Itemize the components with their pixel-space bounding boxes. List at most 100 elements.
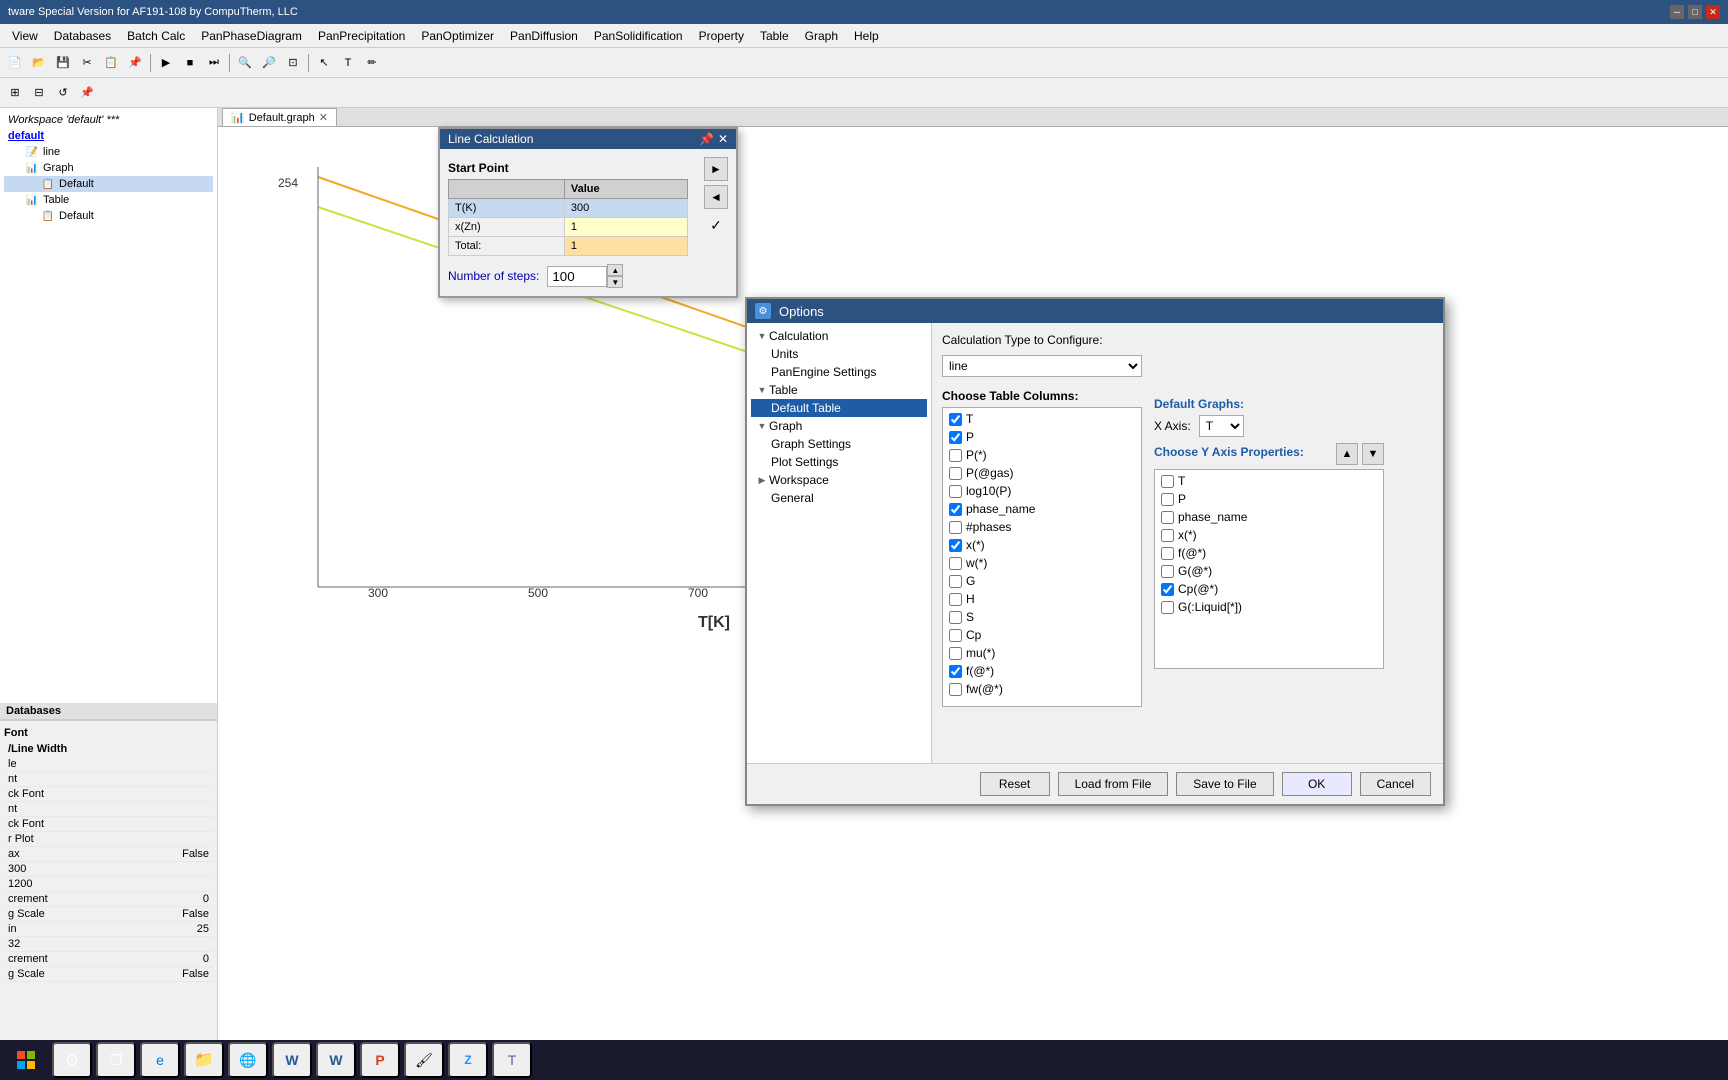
steps-down[interactable]: ▼	[607, 276, 623, 288]
menu-graph[interactable]: Graph	[797, 27, 846, 45]
tree-graph[interactable]: ▼ Graph	[751, 417, 927, 435]
save-to-file-button[interactable]: Save to File	[1176, 772, 1273, 796]
edge-taskbar-button[interactable]: e	[140, 1042, 180, 1078]
y-check-phase-name[interactable]	[1161, 511, 1174, 524]
y-col-xstar[interactable]: x(*)	[1157, 526, 1381, 544]
check-H[interactable]	[949, 593, 962, 606]
y-col-T[interactable]: T	[1157, 472, 1381, 490]
close-button[interactable]: ✕	[1706, 5, 1720, 19]
toolbar2-btn1[interactable]: ⊞	[4, 82, 26, 104]
col-log10P[interactable]: log10(P)	[945, 482, 1139, 500]
y-check-Gat[interactable]	[1161, 565, 1174, 578]
check-Pgas[interactable]	[949, 467, 962, 480]
check-G[interactable]	[949, 575, 962, 588]
nav-backward[interactable]: ◄	[704, 185, 728, 209]
y-col-Gat[interactable]: G(@*)	[1157, 562, 1381, 580]
toolbar-run[interactable]: ▶	[155, 52, 177, 74]
check-Pstar[interactable]	[949, 449, 962, 462]
load-from-file-button[interactable]: Load from File	[1058, 772, 1169, 796]
menu-view[interactable]: View	[4, 27, 46, 45]
steps-up[interactable]: ▲	[607, 264, 623, 276]
check-Cp[interactable]	[949, 629, 962, 642]
y-check-xstar[interactable]	[1161, 529, 1174, 542]
toolbar-step[interactable]: ⏭	[203, 52, 225, 74]
y-check-T[interactable]	[1161, 475, 1174, 488]
zoom-taskbar-button[interactable]: Z	[448, 1042, 488, 1078]
col-G[interactable]: G	[945, 572, 1139, 590]
xaxis-select[interactable]: T P x(*)	[1199, 415, 1244, 437]
col-nphases[interactable]: #phases	[945, 518, 1139, 536]
menu-optimizer[interactable]: PanOptimizer	[413, 27, 502, 45]
col-Cp[interactable]: Cp	[945, 626, 1139, 644]
tree-item-graph[interactable]: 📊 Graph	[4, 160, 213, 176]
menu-table[interactable]: Table	[752, 27, 797, 45]
menu-solidification[interactable]: PanSolidification	[586, 27, 691, 45]
y-check-fat[interactable]	[1161, 547, 1174, 560]
tree-table[interactable]: ▼ Table	[751, 381, 927, 399]
tree-calculation[interactable]: ▼ Calculation	[751, 327, 927, 345]
y-col-GLiquid[interactable]: G(:Liquid[*])	[1157, 598, 1381, 616]
toolbar-new[interactable]: 📄	[4, 52, 26, 74]
row-value-xzn[interactable]: 1	[564, 218, 687, 237]
check-wstar[interactable]	[949, 557, 962, 570]
tree-default-table[interactable]: Default Table	[751, 399, 927, 417]
toolbar2-pin[interactable]: 📌	[76, 82, 98, 104]
minimize-button[interactable]: ─	[1670, 5, 1684, 19]
check-fw[interactable]	[949, 683, 962, 696]
y-col-Cpat[interactable]: Cp(@*)	[1157, 580, 1381, 598]
toolbar-cut[interactable]: ✂	[76, 52, 98, 74]
col-mu[interactable]: mu(*)	[945, 644, 1139, 662]
toolbar-copy[interactable]: 📋	[100, 52, 122, 74]
y-down-btn[interactable]: ▼	[1362, 443, 1384, 465]
maximize-button[interactable]: □	[1688, 5, 1702, 19]
tree-units[interactable]: Units	[751, 345, 927, 363]
toolbar2-btn2[interactable]: ⊟	[28, 82, 50, 104]
table-row-tk[interactable]: T(K) 300	[449, 199, 688, 218]
check-log10P[interactable]	[949, 485, 962, 498]
toolbar-save[interactable]: 💾	[52, 52, 74, 74]
graph-tab-close[interactable]: ✕	[319, 111, 328, 124]
menu-phasediagram[interactable]: PanPhaseDiagram	[193, 27, 310, 45]
start-button[interactable]	[4, 1042, 48, 1078]
tree-graph-settings[interactable]: Graph Settings	[751, 435, 927, 453]
tree-item-line[interactable]: 📝 line	[4, 144, 213, 160]
y-up-btn[interactable]: ▲	[1336, 443, 1358, 465]
tree-item-table[interactable]: 📊 Table	[4, 192, 213, 208]
toolbar-stop[interactable]: ■	[179, 52, 201, 74]
line-calc-pin[interactable]: 📌	[699, 132, 714, 146]
teams-taskbar-button[interactable]: T	[492, 1042, 532, 1078]
doc-tab-graph[interactable]: 📊 Default.graph ✕	[222, 108, 337, 126]
reset-button[interactable]: Reset	[980, 772, 1050, 796]
tree-workspace[interactable]: ▶ Workspace	[751, 471, 927, 489]
workspace-root[interactable]: default	[4, 128, 213, 144]
col-P[interactable]: P	[945, 428, 1139, 446]
check-nphases[interactable]	[949, 521, 962, 534]
tree-general[interactable]: General	[751, 489, 927, 507]
check-xstar[interactable]	[949, 539, 962, 552]
toolbar-paste[interactable]: 📌	[124, 52, 146, 74]
menu-databases[interactable]: Databases	[46, 27, 119, 45]
chrome-taskbar-button[interactable]: 🌐	[228, 1042, 268, 1078]
toolbar-zoom-out[interactable]: 🔎	[258, 52, 280, 74]
paint-taskbar-button[interactable]: 🖌	[404, 1042, 444, 1078]
cancel-button[interactable]: Cancel	[1360, 772, 1431, 796]
row-value-tk[interactable]: 300	[564, 199, 687, 218]
col-S[interactable]: S	[945, 608, 1139, 626]
check-S[interactable]	[949, 611, 962, 624]
search-taskbar-button[interactable]: ⊙	[52, 1042, 92, 1078]
y-col-fat[interactable]: f(@*)	[1157, 544, 1381, 562]
y-axis-scroll[interactable]: T P phase_name	[1154, 469, 1384, 669]
toolbar-cursor[interactable]: ↖	[313, 52, 335, 74]
steps-input[interactable]	[547, 266, 607, 287]
y-check-GLiquid[interactable]	[1161, 601, 1174, 614]
line-calc-close[interactable]: ✕	[718, 132, 728, 146]
y-check-Cpat[interactable]	[1161, 583, 1174, 596]
taskview-button[interactable]: ❐	[96, 1042, 136, 1078]
check-mu[interactable]	[949, 647, 962, 660]
columns-scroll[interactable]: T P P(*) P(@gas)	[942, 407, 1142, 707]
toolbar-text[interactable]: T	[337, 52, 359, 74]
y-col-phase-name[interactable]: phase_name	[1157, 508, 1381, 526]
menu-batchcalc[interactable]: Batch Calc	[119, 27, 193, 45]
menu-help[interactable]: Help	[846, 27, 887, 45]
col-fat[interactable]: f(@*)	[945, 662, 1139, 680]
